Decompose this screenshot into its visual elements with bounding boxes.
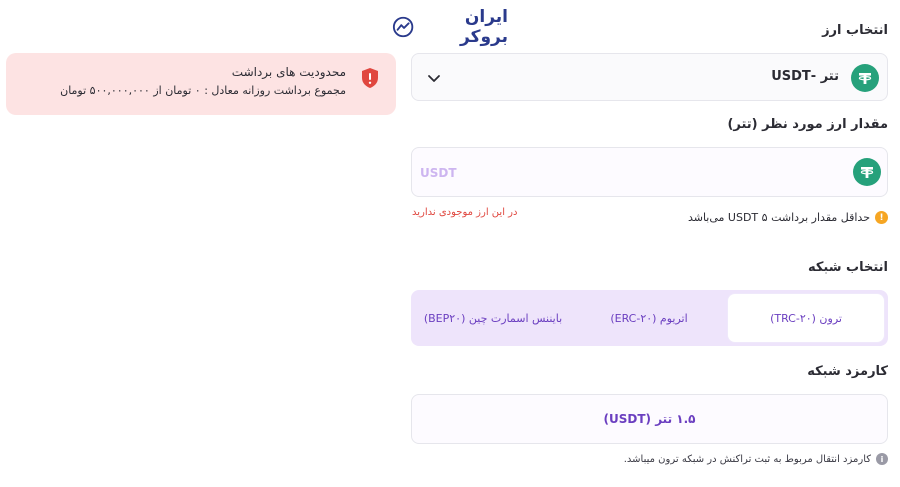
selected-currency-label: تتر -USDT	[771, 69, 839, 84]
tab-network-trc20[interactable]: ترون (TRC-۲۰)	[728, 294, 884, 342]
chart-trend-icon	[392, 16, 414, 38]
brand-name: ایران بروکر	[460, 7, 508, 47]
tether-icon	[853, 158, 881, 186]
amount-section-title: مقدار ارز مورد نظر (تتر)	[727, 117, 888, 132]
no-balance-error: در این ارز موجودی ندارید	[412, 207, 518, 218]
network-tabs: ترون (TRC-۲۰) اتریوم (ERC-۲۰) بایننس اسم…	[411, 290, 888, 346]
fee-section-title: کارمزد شبکه	[807, 364, 888, 379]
brand-logo[interactable]: ایران بروکر	[392, 7, 508, 47]
network-section-title: انتخاب شبکه	[807, 260, 888, 275]
min-withdraw-hint: ! حداقل مقدار برداشت ۵ USDT می‌باشد	[688, 211, 888, 224]
withdraw-limits-text: مجموع برداشت روزانه معادل : ۰ تومان از ۵…	[60, 84, 346, 97]
warning-icon: !	[875, 211, 888, 224]
network-fee-value: ۱.۵ تتر (USDT)	[603, 412, 696, 426]
amount-input[interactable]	[420, 158, 820, 188]
fee-hint: i کارمزد انتقال مربوط به ثبت تراکنش در ش…	[624, 453, 888, 465]
shield-alert-icon	[362, 68, 378, 88]
network-fee-box: ۱.۵ تتر (USDT)	[411, 394, 888, 444]
currency-select[interactable]: تتر -USDT	[411, 53, 888, 101]
tab-network-erc20[interactable]: اتریوم (ERC-۲۰)	[571, 294, 727, 342]
chevron-down-icon	[428, 75, 440, 82]
amount-field[interactable]	[411, 147, 888, 197]
tab-network-bep20[interactable]: بایننس اسمارت چین (BEP۲۰)	[415, 294, 571, 342]
currency-section-title: انتخاب ارز	[822, 23, 888, 38]
withdraw-limits-title: محدودیت های برداشت	[231, 65, 346, 79]
fee-hint-text: کارمزد انتقال مربوط به ثبت تراکنش در شبک…	[623, 453, 871, 465]
min-withdraw-text: حداقل مقدار برداشت ۵ USDT می‌باشد	[687, 211, 870, 224]
info-icon: i	[876, 453, 888, 465]
withdraw-limits-card: محدودیت های برداشت مجموع برداشت روزانه م…	[6, 53, 396, 115]
tether-icon	[851, 64, 879, 92]
